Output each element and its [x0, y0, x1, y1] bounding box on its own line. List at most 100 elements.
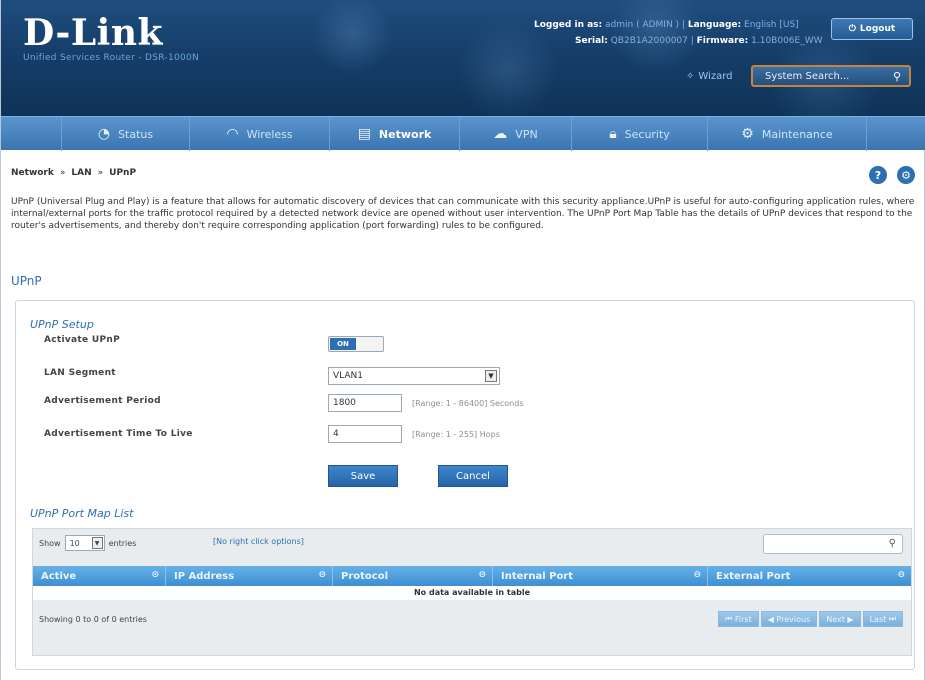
port-map-list-title: UPnP Port Map List [30, 507, 134, 520]
lan-segment-label: LAN Segment [44, 368, 116, 378]
logged-in-label: Logged in as: [534, 20, 603, 30]
search-icon[interactable]: ⚲ [893, 70, 901, 83]
last-page-icon: ⏭︎ [888, 614, 896, 623]
search-icon: ⚲ [888, 538, 896, 549]
advertisement-ttl-input[interactable]: 4 [328, 425, 402, 443]
pager-label: Next [826, 614, 845, 624]
save-button[interactable]: Save [328, 465, 398, 487]
settings-icon[interactable]: ⚙ [897, 166, 915, 184]
next-page-button[interactable]: Next ▶ [819, 611, 861, 627]
pagination: ⏮︎ First ◀ Previous Next ▶ Last ⏭︎ [718, 611, 903, 627]
tab-label: Security [624, 127, 670, 141]
sort-icon: ⊖ [318, 570, 326, 580]
language-label: Language: [687, 20, 742, 30]
entries-per-page-select[interactable]: 10 ▼ [64, 535, 105, 551]
sort-icon: ⊙ [151, 570, 159, 580]
tab-status[interactable]: ◔ Status [61, 117, 189, 151]
wireless-icon: ◠ [226, 126, 239, 142]
entries-per-page-value: 10 [69, 538, 80, 548]
lan-segment-value: VLAN1 [333, 371, 363, 381]
network-icon: ▤ [357, 126, 371, 142]
breadcrumb-item-lan[interactable]: LAN [71, 168, 91, 178]
serial-value: QB2B1A2000007 [610, 36, 688, 46]
tab-wireless[interactable]: ◠ Wireless [189, 117, 329, 151]
port-map-table-container: Show 10 ▼ entries [No right click option… [32, 528, 912, 656]
logged-in-info: Logged in as: admin ( ADMIN ) | Language… [534, 20, 799, 30]
system-search-input[interactable]: System Search... ⚲ [751, 65, 911, 87]
advertisement-period-label: Advertisement Period [44, 396, 161, 406]
tab-security[interactable]: 🔒︎ Security [571, 117, 707, 151]
maintenance-icon: ⚙ [741, 126, 754, 142]
tab-network[interactable]: ▤ Network [329, 117, 459, 151]
column-header-protocol[interactable]: Protocol ⊖ [333, 566, 493, 586]
breadcrumb-item-upnp: UPnP [109, 168, 137, 178]
brand-logo: D-Link [23, 12, 163, 54]
sort-icon: ⊖ [897, 570, 905, 580]
header: D-Link Unified Services Router - DSR-100… [1, 0, 925, 116]
tab-label: Status [118, 127, 154, 141]
upnp-panel: UPnP Setup Activate UPnP ON LAN Segment … [15, 300, 915, 670]
column-label: Protocol [341, 570, 389, 582]
no-right-click-note: [No right click options] [213, 537, 304, 546]
upnp-setup-title: UPnP Setup [30, 318, 94, 331]
tab-maintenance[interactable]: ⚙ Maintenance [707, 117, 867, 151]
sort-icon: ⊖ [693, 570, 701, 580]
firmware-value: 1.10B006E_WW [751, 36, 823, 46]
page-length-control: Show 10 ▼ entries [39, 535, 136, 551]
language-value[interactable]: English [US] [744, 20, 799, 30]
column-header-ip-address[interactable]: IP Address ⊖ [166, 566, 333, 586]
wizard-label: Wizard [698, 71, 733, 82]
empty-table-message: No data available in table [33, 586, 911, 600]
previous-page-icon: ◀ [767, 614, 774, 624]
chevron-down-icon[interactable]: ▼ [485, 370, 497, 382]
system-search-placeholder: System Search... [765, 70, 850, 82]
tab-label: Wireless [246, 127, 293, 141]
advertisement-ttl-value: 4 [333, 429, 339, 439]
app-frame: D-Link Unified Services Router - DSR-100… [0, 0, 925, 680]
firmware-label: Firmware: [696, 36, 749, 46]
product-subtitle: Unified Services Router - DSR-1000N [23, 53, 200, 63]
previous-page-button[interactable]: ◀ Previous [760, 611, 818, 627]
column-header-internal-port[interactable]: Internal Port ⊖ [493, 566, 708, 586]
column-label: External Port [716, 570, 791, 582]
lan-segment-select[interactable]: VLAN1 ▼ [328, 367, 500, 385]
serial-label: Serial: [575, 36, 608, 46]
help-icon[interactable]: ? [869, 166, 887, 184]
advertisement-ttl-label: Advertisement Time To Live [44, 429, 193, 439]
pager-label: Last [869, 614, 887, 624]
tab-label: VPN [515, 127, 538, 141]
first-page-button[interactable]: ⏮︎ First [718, 611, 759, 627]
vpn-icon: ☁ [493, 126, 508, 142]
table-info: Showing 0 to 0 of 0 entries [39, 615, 147, 624]
pager-label: Previous [776, 614, 811, 624]
logged-in-user: admin ( ADMIN ) [605, 20, 680, 30]
last-page-button[interactable]: Last ⏭︎ [862, 611, 903, 627]
device-info: Serial: QB2B1A2000007 | Firmware: 1.10B0… [575, 36, 823, 46]
logout-label: Logout [859, 24, 896, 34]
advertisement-period-hint: [Range: 1 - 86400] Seconds [412, 399, 524, 408]
breadcrumb-item-network[interactable]: Network [11, 168, 54, 178]
table-search-input[interactable]: ⚲ [763, 534, 903, 554]
chevron-down-icon[interactable]: ▼ [91, 537, 103, 549]
advertisement-period-input[interactable]: 1800 [328, 394, 402, 412]
column-header-active[interactable]: Active ⊙ [33, 566, 166, 586]
logout-button[interactable]: ⏻ Logout [831, 18, 913, 40]
advertisement-period-value: 1800 [333, 398, 356, 408]
column-label: IP Address [174, 570, 235, 582]
pager-label: First [734, 614, 752, 624]
toggle-on-state: ON [330, 338, 356, 350]
wizard-icon: ✧ [686, 71, 695, 82]
header-decoration [251, 0, 925, 116]
next-page-icon: ▶ [847, 614, 854, 624]
cancel-button[interactable]: Cancel [438, 465, 508, 487]
breadcrumb-separator: » [59, 168, 66, 178]
show-label: Show [39, 538, 61, 548]
status-icon: ◔ [97, 126, 111, 142]
first-page-icon: ⏮︎ [725, 614, 733, 623]
security-icon: 🔒︎ [609, 126, 617, 142]
activate-upnp-toggle[interactable]: ON [328, 336, 384, 352]
column-header-external-port[interactable]: External Port ⊖ [708, 566, 911, 586]
tab-vpn[interactable]: ☁ VPN [459, 117, 571, 151]
wizard-link[interactable]: ✧ Wizard [686, 71, 733, 82]
breadcrumb: Network » LAN » UPnP [11, 168, 136, 178]
